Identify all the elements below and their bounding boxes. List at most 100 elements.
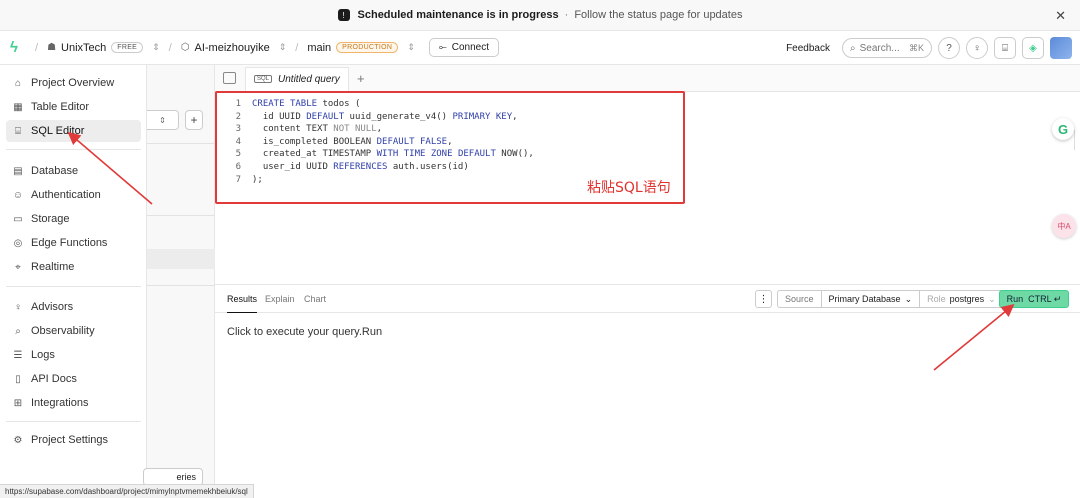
tab-label: Untitled query (278, 73, 340, 85)
box-icon: ⬡ (180, 42, 190, 53)
role-value: postgres (949, 294, 985, 304)
translate-icon[interactable]: 中A (1052, 214, 1076, 238)
sidebar-item-logs[interactable]: ☰ Logs (6, 344, 141, 366)
role-label: Role (927, 294, 946, 304)
sidebar-item-label: Integrations (31, 397, 89, 409)
chevron-down-icon: ⌄ (904, 293, 913, 304)
users-icon: ☺ (12, 189, 24, 201)
sql-file-icon: SQL (254, 75, 273, 83)
run-label: Run (1006, 294, 1024, 304)
sidebar-item-sql-editor[interactable]: ⌸ SQL Editor (6, 120, 141, 142)
plug-icon: ⟜ (438, 42, 447, 53)
project-name: AI-meizhouyike (194, 41, 270, 54)
connect-label: Connect (451, 42, 490, 53)
sidebar-item-label: Storage (31, 213, 70, 225)
feedback-button[interactable]: Feedback (786, 43, 830, 54)
role-select[interactable]: Role postgres ⌄ (920, 291, 1003, 307)
banner-subtitle[interactable]: Follow the status page for updates (574, 9, 742, 21)
sidebar-item-integrations[interactable]: ⊞ Integrations (6, 392, 141, 414)
telescope-icon: ⌕ (15, 325, 21, 337)
database-select[interactable]: Primary Database ⌄ (822, 291, 921, 307)
sidebar-item-label: API Docs (31, 373, 77, 385)
chevron-updown-icon: ⇕ (407, 42, 415, 52)
supabase-logo-icon[interactable]: ϟ (10, 39, 26, 56)
chevron-down-icon: ⌄ (988, 293, 996, 304)
sql-snippets-panel: ⇕ + eries (143, 65, 215, 498)
breadcrumb-separator: / (168, 41, 172, 54)
source-label: Source (785, 294, 814, 304)
sidebar-item-label: Database (31, 165, 79, 177)
search-input[interactable]: ⌕ Search... ⌘K (842, 38, 932, 58)
database-icon: ▤ (13, 165, 23, 177)
sidebar-item-database[interactable]: ▤ Database (6, 160, 141, 182)
panel-divider (147, 285, 215, 286)
banner-separator: · (564, 9, 569, 21)
list-icon: ☰ (13, 349, 23, 361)
sidebar-item-storage[interactable]: ▭ Storage (6, 208, 141, 230)
source-selector: Source Primary Database ⌄ Role postgres ⌄ (777, 290, 1004, 308)
branch-name: main (307, 41, 332, 54)
sidebar-item-label: Observability (31, 325, 95, 337)
search-placeholder: Search... (859, 42, 900, 54)
run-shortcut: CTRL ↵ (1028, 293, 1062, 304)
tab-untitled-query[interactable]: SQL Untitled query (245, 67, 349, 92)
realtime-icon: ⌖ (15, 261, 21, 273)
search-shortcut: ⌘K (908, 42, 924, 53)
top-right-actions: Feedback ⌕ Search... ⌘K ? ♀ ⌸ ◈ (786, 37, 1072, 59)
top-navigation: ϟ / ☗ UnixTech FREE ⇕ / ⬡ AI-meizhouyike… (0, 31, 1080, 65)
production-badge: PRODUCTION (336, 42, 399, 53)
assistant-icon[interactable]: ◈ (1022, 37, 1044, 59)
snippet-list-item[interactable] (147, 249, 215, 269)
maintenance-icon: ! (337, 9, 350, 21)
sidebar-divider (6, 286, 141, 287)
grammarly-icon[interactable]: G (1052, 118, 1074, 140)
breadcrumb-separator: / (295, 41, 299, 54)
banner-title: Scheduled maintenance is in progress (357, 9, 559, 21)
close-icon[interactable]: ✕ (1055, 8, 1066, 24)
snippet-filter-select[interactable]: ⇕ (147, 110, 179, 130)
sidebar-item-label: Logs (31, 349, 55, 361)
tab-explain[interactable]: Explain (265, 294, 295, 304)
status-url: https://supabase.com/dashboard/project/m… (0, 484, 254, 498)
database-value: Primary Database (828, 294, 901, 304)
add-snippet-button[interactable]: + (185, 110, 203, 130)
avatar[interactable] (1050, 37, 1072, 59)
sidebar-item-api-docs[interactable]: ▯ API Docs (6, 368, 141, 390)
sidebar-item-advisors[interactable]: ♀ Advisors (6, 296, 141, 318)
grid-icon: ⊞ (13, 397, 23, 409)
tab-results[interactable]: Results (227, 294, 258, 313)
project-selector[interactable]: ⬡ AI-meizhouyike ⇕ (181, 42, 286, 54)
sidebar-item-table-editor[interactable]: ▦ Table Editor (6, 96, 141, 118)
search-icon: ⌕ (850, 42, 856, 54)
org-name: UnixTech (61, 41, 107, 54)
arrow-to-run-button (933, 303, 1015, 371)
sidebar-item-edge-functions[interactable]: ◎ Edge Functions (6, 232, 141, 254)
help-icon[interactable]: ? (938, 37, 960, 59)
run-button[interactable]: Run CTRL ↵ (999, 290, 1069, 308)
sidebar-item-label: SQL Editor (31, 125, 85, 137)
lightbulb-icon: ♀ (14, 301, 22, 313)
editor-scrollbar[interactable] (1074, 130, 1080, 150)
gear-icon: ⚙ (13, 434, 23, 446)
sidebar-item-label: Advisors (31, 301, 74, 313)
org-selector[interactable]: ☗ UnixTech FREE ⇕ (47, 42, 160, 54)
sidebar: ⌂ Project Overview ▦ Table Editor ⌸ SQL … (0, 65, 147, 498)
lightbulb-icon[interactable]: ♀ (966, 37, 988, 59)
panel-divider (147, 215, 215, 216)
results-toolbar: Results Explain Chart ⋮ Source Primary D… (215, 284, 1080, 313)
sidebar-item-authentication[interactable]: ☺ Authentication (6, 184, 141, 206)
sidebar-item-observability[interactable]: ⌕ Observability (6, 320, 141, 342)
more-options-icon[interactable]: ⋮ (755, 290, 772, 308)
sidebar-item-realtime[interactable]: ⌖ Realtime (6, 256, 141, 278)
tab-chart[interactable]: Chart (304, 294, 326, 304)
add-tab-icon[interactable]: + (357, 71, 365, 86)
connect-button[interactable]: ⟜ Connect (428, 38, 500, 57)
editor-tabbar: SQL Untitled query + (215, 65, 1080, 92)
home-icon: ⌂ (14, 77, 22, 89)
branch-selector[interactable]: main PRODUCTION ⇕ (307, 42, 414, 54)
sidebar-toggle-icon[interactable] (223, 72, 236, 84)
table-icon: ▦ (13, 101, 23, 113)
sidebar-item-project-overview[interactable]: ⌂ Project Overview (6, 72, 141, 94)
sidebar-item-project-settings[interactable]: ⚙ Project Settings (6, 429, 141, 451)
terminal-icon[interactable]: ⌸ (994, 37, 1016, 59)
